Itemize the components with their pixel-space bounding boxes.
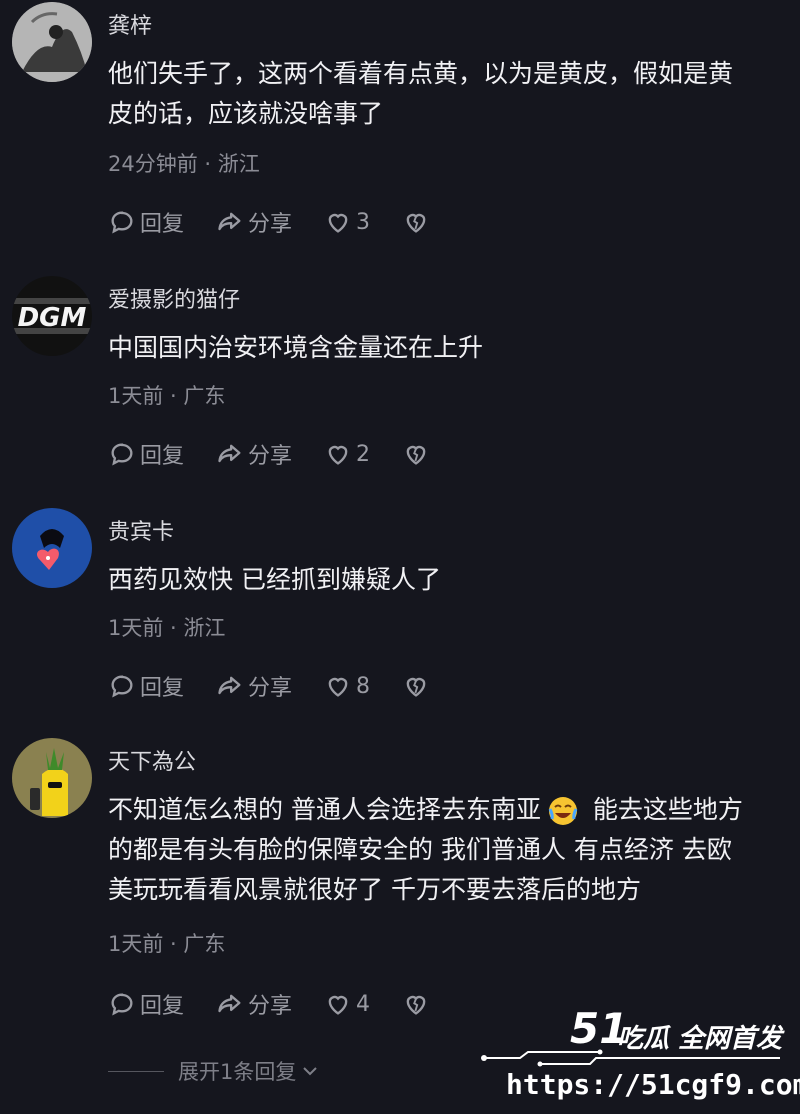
- username[interactable]: 爱摄影的猫仔: [108, 282, 240, 314]
- like-button[interactable]: 3: [324, 208, 370, 236]
- expand-replies-button[interactable]: 展开1条回复: [108, 1056, 320, 1086]
- comment-actions: 回复 分享 2: [108, 438, 466, 470]
- comment-line: 的都是有头有脸的保障安全的 我们普通人 有点经济 去欧: [108, 835, 732, 864]
- share-arrow-icon: [218, 994, 241, 1013]
- share-button[interactable]: 分享: [216, 988, 292, 1020]
- chevron-down-icon: [303, 1067, 318, 1076]
- laughing-crying-emoji-icon: [548, 797, 578, 825]
- expand-replies-label: 展开1条回复: [178, 1060, 297, 1084]
- svg-text:DGM: DGM: [18, 303, 87, 333]
- share-arrow-icon: [218, 444, 241, 463]
- comment-line: 他们失手了，这两个看着有点黄，以为是黄皮，假如是黄: [108, 59, 734, 88]
- avatar[interactable]: [12, 738, 92, 818]
- divider: [108, 1070, 164, 1072]
- comment-text: 西药见效快 已经抓到嫌疑人了: [108, 560, 780, 600]
- dislike-button[interactable]: [402, 440, 434, 468]
- avatar-yellow-pineapple-icon: [12, 738, 92, 818]
- comment-meta: 1天前 · 广东: [108, 384, 226, 408]
- broken-heart-icon: [406, 677, 426, 697]
- comment-text: 他们失手了，这两个看着有点黄，以为是黄皮，假如是黄 皮的话，应该就没啥事了: [108, 54, 780, 134]
- comment-actions: 回复 分享 4: [108, 988, 466, 1020]
- avatar[interactable]: [12, 2, 92, 82]
- reply-button[interactable]: 回复: [108, 988, 184, 1020]
- comment-text-part: 能去这些地方: [584, 795, 743, 824]
- reply-label: 回复: [140, 676, 185, 701]
- share-label: 分享: [248, 676, 293, 701]
- like-count: 8: [356, 673, 371, 699]
- share-label: 分享: [248, 444, 293, 469]
- share-label: 分享: [248, 994, 293, 1019]
- comment-bubble-icon: [111, 675, 133, 698]
- avatar-dgm-logo-icon: DGM: [12, 276, 92, 356]
- comment-actions: 回复 分享 8: [108, 670, 466, 702]
- share-button[interactable]: 分享: [216, 206, 292, 238]
- avatar[interactable]: DGM: [12, 276, 92, 356]
- comment-bubble-icon: [111, 211, 133, 234]
- comment-bubble-icon: [111, 993, 133, 1016]
- avatar-blue-heart-icon: [12, 508, 92, 588]
- comment-text: 中国国内治安环境含金量还在上升: [108, 328, 780, 368]
- like-button[interactable]: 8: [324, 672, 370, 700]
- reply-button[interactable]: 回复: [108, 206, 184, 238]
- dislike-button[interactable]: [402, 208, 434, 236]
- comment-text: 不知道怎么想的 普通人会选择去东南亚 能去这些地方 的都是有头有脸的保障安全的 …: [108, 790, 780, 910]
- username[interactable]: 天下為公: [108, 744, 196, 776]
- heart-icon: [328, 213, 348, 233]
- like-button[interactable]: 4: [324, 990, 370, 1018]
- heart-icon: [328, 677, 348, 697]
- like-count: 2: [356, 441, 371, 467]
- watermark-brand-text: 吃瓜 全网首发: [616, 1024, 782, 1054]
- comment-line: 美玩玩看看风景就很好了 千万不要去落后的地方: [108, 875, 641, 904]
- heart-icon: [328, 445, 348, 465]
- dislike-button[interactable]: [402, 990, 434, 1018]
- share-arrow-icon: [218, 212, 241, 231]
- share-label: 分享: [248, 212, 293, 237]
- reply-label: 回复: [140, 444, 185, 469]
- comment-line: 西药见效快 已经抓到嫌疑人了: [108, 565, 441, 594]
- broken-heart-icon: [406, 995, 426, 1015]
- avatar-dark-figure-icon: [12, 2, 92, 82]
- like-button[interactable]: 2: [324, 440, 370, 468]
- broken-heart-icon: [406, 445, 426, 465]
- comment-meta: 24分钟前 · 浙江: [108, 152, 260, 176]
- comment-bubble-icon: [111, 443, 133, 466]
- broken-heart-icon: [406, 213, 426, 233]
- comment-meta: 1天前 · 浙江: [108, 616, 226, 640]
- reply-label: 回复: [140, 212, 185, 237]
- avatar[interactable]: [12, 508, 92, 588]
- dislike-button[interactable]: [402, 672, 434, 700]
- watermark-url: https://51cgf9.com: [506, 1068, 800, 1101]
- share-arrow-icon: [218, 676, 241, 695]
- share-button[interactable]: 分享: [216, 438, 292, 470]
- username[interactable]: 龚梓: [108, 8, 152, 40]
- username[interactable]: 贵宾卡: [108, 514, 174, 546]
- reply-button[interactable]: 回复: [108, 438, 184, 470]
- reply-label: 回复: [140, 994, 185, 1019]
- watermark: 51 吃瓜 全网首发 https://51cgf9.com: [481, 1004, 800, 1108]
- comment-text-part: 不知道怎么想的 普通人会选择去东南亚: [108, 795, 541, 824]
- comment-line: 中国国内治安环境含金量还在上升: [108, 333, 484, 362]
- comment-line: 不知道怎么想的 普通人会选择去东南亚 能去这些地方: [108, 790, 780, 830]
- comment-meta: 1天前 · 广东: [108, 932, 226, 956]
- like-count: 4: [356, 991, 371, 1017]
- comment-line: 皮的话，应该就没啥事了: [108, 99, 384, 128]
- like-count: 3: [356, 209, 371, 235]
- comment-actions: 回复 分享 3: [108, 206, 466, 238]
- heart-icon: [328, 995, 348, 1015]
- share-button[interactable]: 分享: [216, 670, 292, 702]
- reply-button[interactable]: 回复: [108, 670, 184, 702]
